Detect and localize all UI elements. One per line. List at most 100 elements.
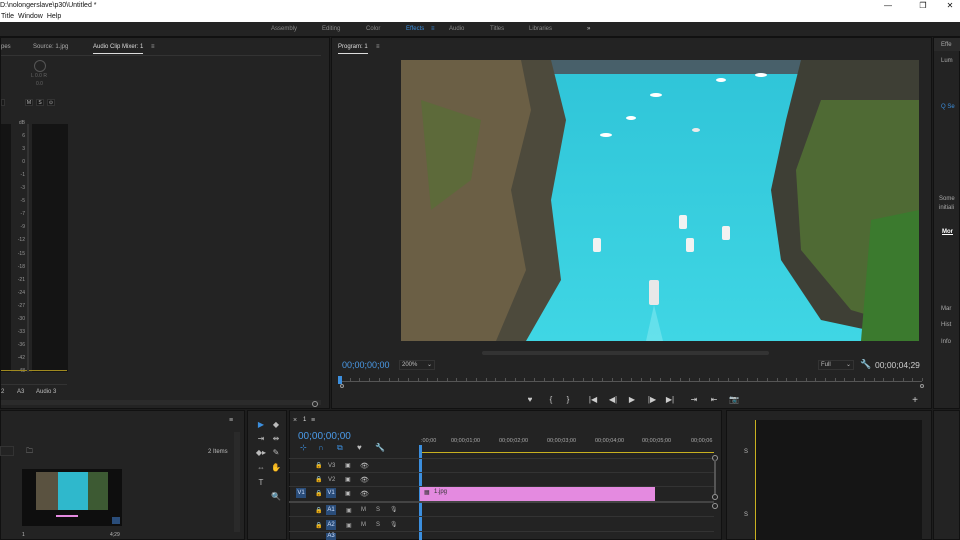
timeline-settings-icon[interactable]: 🔧 — [375, 443, 385, 452]
out-handle[interactable] — [920, 384, 924, 388]
right-more-link[interactable]: Mor — [942, 229, 953, 235]
pen-tool-icon[interactable]: ✎ — [270, 447, 282, 459]
solo-right[interactable]: S — [744, 512, 748, 518]
snap-icon[interactable]: ∩ — [318, 443, 324, 452]
in-handle[interactable] — [340, 384, 344, 388]
sync-lock-icon[interactable]: ▣ — [346, 522, 352, 529]
track-v2[interactable]: V2 — [328, 477, 335, 483]
scroll-handle[interactable] — [312, 401, 318, 407]
tab-effects-partial[interactable]: pes — [1, 41, 11, 53]
step-forward-button[interactable]: |▶ — [646, 395, 658, 404]
track-select-tool-icon[interactable]: ◆ — [270, 419, 282, 431]
mute-track-button[interactable]: M — [361, 522, 366, 528]
new-bin-icon[interactable]: 🗀 — [26, 447, 33, 458]
linked-selection-icon[interactable]: ⧉ — [337, 443, 343, 453]
sync-lock-icon[interactable]: ▣ — [345, 462, 351, 469]
project-search-input[interactable] — [0, 446, 14, 456]
eye-icon[interactable]: 👁 — [360, 490, 369, 498]
menu-help[interactable]: Help — [47, 13, 61, 20]
workspace-menu-icon[interactable]: ≡ — [431, 22, 435, 37]
go-to-out-button[interactable]: ▶| — [664, 395, 676, 404]
workspace-audio[interactable]: Audio — [449, 22, 464, 37]
fader-track[interactable] — [27, 124, 29, 372]
track-a3[interactable]: A3 — [326, 533, 336, 540]
track-a1[interactable]: A1 — [326, 505, 336, 515]
add-marker-icon[interactable]: ♥ — [357, 443, 362, 452]
clip-thumbnail[interactable] — [22, 469, 122, 526]
v-scrollbar[interactable] — [714, 460, 716, 494]
workspace-libraries[interactable]: Libraries — [529, 22, 552, 37]
maximize-icon[interactable]: ❐ — [917, 0, 929, 11]
solo-button[interactable]: S — [36, 99, 44, 106]
play-button[interactable]: ▶ — [626, 395, 638, 404]
workspace-effects[interactable]: Effects — [406, 22, 424, 37]
tab-source[interactable]: Source: 1.jpg — [33, 41, 68, 53]
right-tab-history[interactable]: Hist — [941, 322, 951, 328]
track-v3[interactable]: V3 — [328, 463, 335, 469]
quality-select[interactable]: Full ⌄ — [818, 360, 854, 370]
project-scrollbar[interactable] — [234, 432, 240, 532]
record-button[interactable]: ⊙ — [47, 99, 55, 106]
nest-icon[interactable]: ⊹ — [300, 443, 307, 452]
mark-in-button[interactable]: { — [545, 395, 557, 404]
horizontal-scrollbar[interactable] — [1, 400, 321, 405]
panel-menu-icon[interactable]: ≡ — [151, 41, 155, 53]
work-area-bar[interactable] — [420, 452, 714, 453]
v-scroll-mid2[interactable] — [712, 503, 718, 509]
project-menu-icon[interactable]: ≡ — [229, 417, 233, 424]
partial-button[interactable] — [1, 99, 5, 106]
program-timeline-ruler[interactable] — [340, 378, 923, 382]
video-scrollbar[interactable] — [482, 351, 769, 355]
lock-icon[interactable]: 🔒 — [315, 522, 322, 529]
zoom-select[interactable]: 200% ⌄ — [399, 360, 435, 370]
track-a2[interactable]: A2 — [326, 520, 336, 530]
sync-lock-icon[interactable]: ▣ — [345, 490, 351, 497]
export-frame-icon[interactable]: 📷 — [728, 395, 740, 404]
timeline-clip[interactable]: ▦ 1.jpg — [420, 487, 655, 501]
mic-icon[interactable]: 🎙 — [390, 521, 398, 528]
minimize-icon[interactable]: — — [882, 0, 894, 11]
timeline-menu-icon[interactable]: ≡ — [311, 417, 315, 424]
razor-tool-icon[interactable]: ◆▸ — [255, 447, 267, 459]
program-menu-icon[interactable]: ≡ — [376, 41, 380, 53]
slip-tool-icon[interactable]: ⇔ — [255, 462, 267, 474]
solo-track-button[interactable]: S — [376, 507, 380, 513]
tab-audio-clip-mixer[interactable]: Audio Clip Mixer: 1 — [93, 41, 144, 54]
mic-icon[interactable]: 🎙 — [390, 506, 398, 513]
workspace-editing[interactable]: Editing — [322, 22, 340, 37]
video-frame[interactable] — [401, 60, 919, 341]
lift-button[interactable]: ⇥ — [688, 395, 700, 404]
menu-title[interactable]: Title — [1, 13, 14, 20]
v-scroll-mid[interactable] — [712, 494, 718, 500]
rate-stretch-tool-icon[interactable]: ⇹ — [270, 433, 282, 445]
selection-tool-icon[interactable]: ▶ — [255, 419, 267, 431]
sync-lock-icon[interactable]: ▣ — [345, 476, 351, 483]
program-title[interactable]: Program: 1 — [338, 41, 368, 54]
right-tab-markers[interactable]: Mar — [941, 306, 951, 312]
menu-window[interactable]: Window — [18, 13, 43, 20]
close-sequence-icon[interactable]: × — [293, 417, 297, 424]
workspace-assembly[interactable]: Assembly — [271, 22, 297, 37]
eye-icon[interactable]: 👁 — [360, 462, 369, 470]
type-tool-icon[interactable]: T — [255, 477, 267, 489]
right-search[interactable]: Q Se — [941, 104, 955, 110]
more-workspaces-icon[interactable]: » — [587, 22, 590, 37]
right-tab-info[interactable]: Info — [941, 339, 951, 345]
program-playhead[interactable] — [338, 376, 342, 384]
add-marker-button[interactable]: ♥ — [524, 395, 536, 404]
right-tab-lumetri[interactable]: Lum — [941, 58, 953, 64]
add-button[interactable]: + — [909, 395, 921, 406]
extract-button[interactable]: ⇤ — [708, 395, 720, 404]
workspace-color[interactable]: Color — [366, 22, 380, 37]
mute-button[interactable]: M — [25, 99, 33, 106]
source-patch-v1[interactable]: V1 — [296, 488, 306, 498]
ripple-edit-tool-icon[interactable]: ⇥ — [255, 433, 267, 445]
mute-track-button[interactable]: M — [361, 507, 366, 513]
lock-icon[interactable]: 🔒 — [315, 476, 322, 483]
sync-lock-icon[interactable]: ▣ — [346, 507, 352, 514]
zoom-tool-icon[interactable]: 🔍 — [270, 491, 282, 503]
go-to-in-button[interactable]: |◀ — [587, 395, 599, 404]
mark-out-button[interactable]: } — [562, 395, 574, 404]
right-tab-effects[interactable]: Effe — [941, 42, 952, 48]
solo-left[interactable]: S — [744, 449, 748, 455]
